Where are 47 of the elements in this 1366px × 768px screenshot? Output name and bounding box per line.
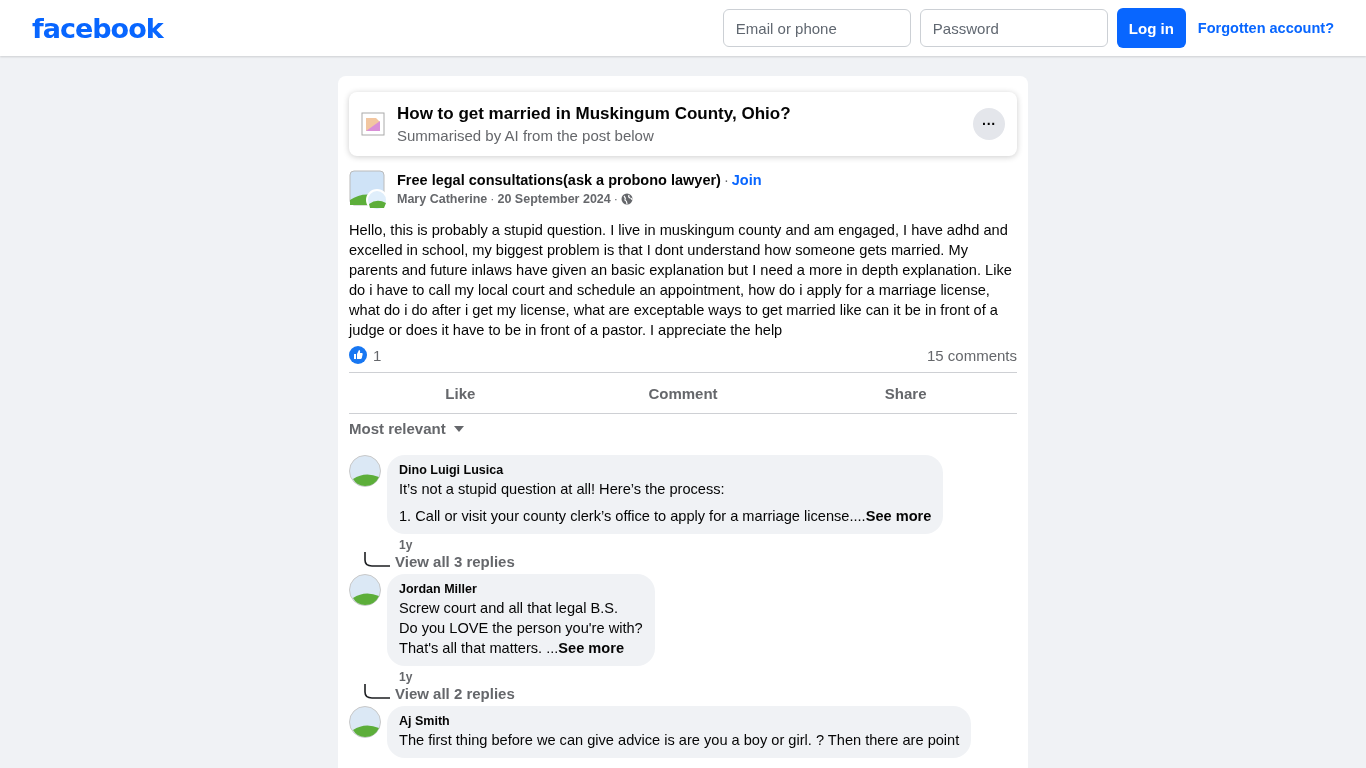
comment-count-link[interactable]: 15 comments — [926, 346, 1017, 364]
summary-title: How to get married in Muskingum County, Ohio? — [397, 104, 792, 124]
see-more-link[interactable]: See more — [558, 640, 625, 656]
caret-icon — [453, 425, 464, 432]
share-button[interactable]: Share — [794, 373, 1017, 413]
join-link[interactable]: Join — [731, 172, 762, 188]
comment-text: The first thing before we can give advice is are you a boy or girl. ? Then there are point — [399, 732, 960, 748]
author-link[interactable]: Mary Catherine — [397, 192, 488, 206]
comment-text: That's all that matters. ... — [399, 640, 559, 656]
separator-dot: · — [613, 192, 618, 206]
broken-image-icon — [361, 112, 385, 136]
separator-dot: · — [723, 172, 729, 188]
view-replies-link[interactable]: View all 3 replies — [395, 553, 515, 570]
login-button[interactable]: Log in — [1116, 8, 1186, 48]
separator-dot: · — [490, 192, 495, 206]
avatar-icon — [349, 706, 381, 738]
group-name-link[interactable]: Free legal consultations(ask a probono lawyer) — [397, 172, 721, 188]
commenter-name[interactable]: Aj Smith — [399, 714, 960, 728]
reply-connector-line — [363, 684, 391, 700]
commenter-name[interactable]: Jordan Miller — [399, 582, 643, 596]
avatar-icon — [349, 574, 381, 606]
commenter-name[interactable]: Dino Luigi Lusica — [399, 463, 932, 477]
comment-time: 1y — [399, 670, 414, 684]
comment-time: 1y — [399, 538, 414, 552]
summary-subtitle: Summarised by AI from the post below — [397, 127, 655, 144]
comment-text: Do you LOVE the person you're with? — [399, 620, 643, 636]
comment-text: Screw court and all that legal B.S. — [399, 600, 619, 616]
see-more-link[interactable]: See more — [865, 508, 932, 524]
comment-text: It’s not a stupid question at all! Here’s the process: — [399, 481, 725, 497]
like-count: 1 — [373, 346, 382, 364]
like-button[interactable]: Like — [349, 373, 572, 413]
view-replies-link[interactable]: View all 2 replies — [395, 685, 515, 702]
sort-dropdown[interactable]: Most relevant — [349, 414, 464, 443]
facebook-logo[interactable]: facebook — [32, 12, 163, 44]
password-field[interactable]: Password — [919, 9, 1108, 47]
comment-button[interactable]: Comment — [571, 373, 795, 413]
avatar-icon — [349, 455, 381, 487]
group-avatar-icon — [349, 170, 389, 210]
reply-connector-line — [363, 552, 391, 568]
like-icon — [349, 346, 367, 364]
comment-text: 1. Call or visit your county clerk’s office to apply for a marriage license.... — [399, 508, 866, 524]
more-options-button[interactable]: ··· — [973, 108, 1005, 140]
globe-icon — [620, 193, 633, 205]
post-text: Hello, this is probably a stupid question. I live in muskingum county and am engaged, I have adhd and excelled in school, my biggest problem is that I dont understand how someone gets married. My parents and future inlaws have given an basic explanation but I need a more in depth explanation. Like do i have to call my local court and schedule an appointment, how do i apply for a marriage license, what do i do after i get my license, what are exceptable ways to get married like can it be in front of a judge or does it have to be in front of a pastor. I appreciate the help — [349, 221, 1013, 340]
post-date: 20 September 2024 — [497, 192, 611, 206]
email-field[interactable]: Email or phone — [722, 9, 911, 47]
forgotten-account-link[interactable]: Forgotten account? — [1197, 20, 1334, 36]
